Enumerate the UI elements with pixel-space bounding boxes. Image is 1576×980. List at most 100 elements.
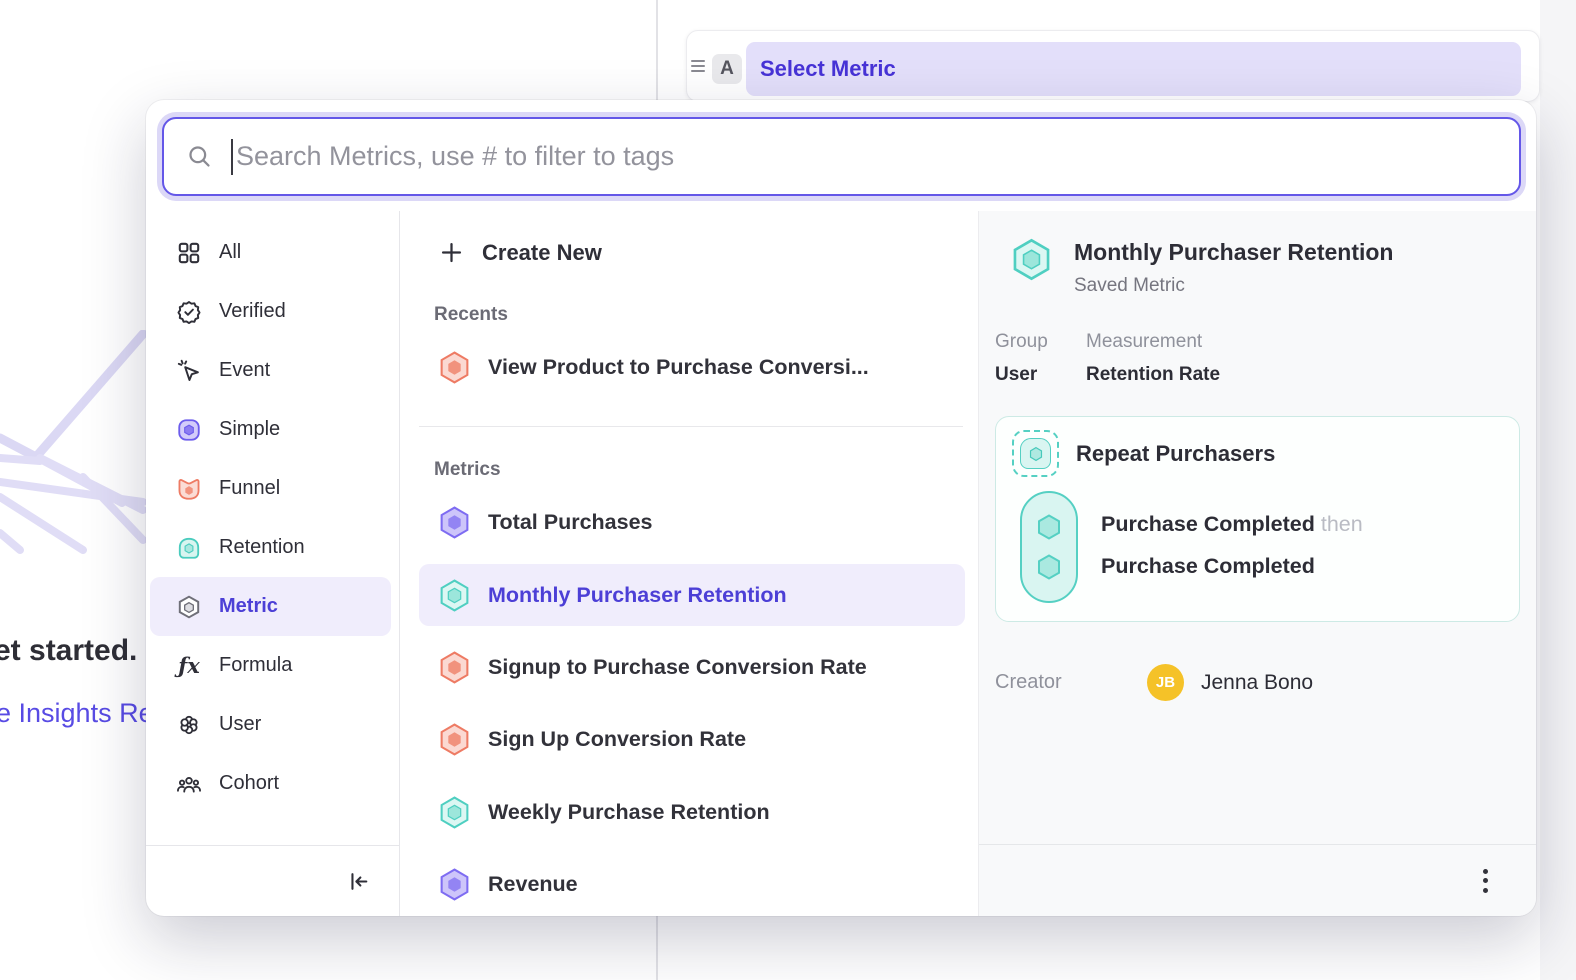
select-metric-field[interactable]: Select Metric [746, 42, 1521, 96]
decorative-chart-sketch [0, 330, 150, 590]
grid-icon [176, 240, 202, 266]
creator-label: Creator [995, 671, 1147, 694]
sidebar-item-simple[interactable]: Simple [150, 400, 391, 459]
sidebar-footer [146, 845, 399, 916]
sidebar-item-label: Simple [219, 418, 280, 441]
hexagon-salmon-icon [437, 650, 472, 685]
metric-detail-panel: Monthly Purchaser Retention Saved Metric… [978, 211, 1536, 916]
event-hexagon-icon [1034, 552, 1064, 582]
hexagon-purple-icon [437, 505, 472, 540]
definition-step-1: Purchase Completed then [1101, 512, 1363, 537]
group-label: Group [995, 331, 1086, 353]
metrics-section-label: Metrics [434, 459, 965, 481]
hexagon-salmon-icon [437, 722, 472, 757]
verified-badge-icon [176, 299, 202, 325]
sidebar-item-verified[interactable]: Verified [150, 282, 391, 341]
sidebar-item-label: Retention [219, 536, 305, 559]
text-cursor [231, 139, 233, 175]
recents-section-label: Recents [434, 304, 965, 326]
simple-metric-icon [176, 417, 202, 443]
metric-row-label: Sign Up Conversion Rate [488, 727, 746, 752]
create-new-button[interactable]: Create New [419, 233, 965, 272]
definition-card: Repeat Purchasers [995, 416, 1520, 622]
search-area [146, 100, 1536, 211]
metric-list-panel: Create New Recents View Product to Purch… [400, 211, 978, 916]
metric-row-label: Monthly Purchaser Retention [488, 583, 787, 608]
drag-handle-icon[interactable] [690, 58, 706, 74]
formula-fx-icon: ƒx [176, 653, 202, 678]
select-metric-label: Select Metric [760, 56, 896, 82]
funnel-metric-icon [176, 476, 202, 502]
metric-row-label: Weekly Purchase Retention [488, 800, 770, 825]
teal-hexagon-icon [1027, 445, 1045, 463]
series-a-badge: A [712, 54, 742, 84]
metric-slot-bar: A Select Metric [686, 30, 1540, 102]
detail-title: Monthly Purchaser Retention [1074, 239, 1393, 266]
detail-header: Monthly Purchaser Retention Saved Metric [1009, 237, 1520, 297]
event-hexagon-icon [1034, 512, 1064, 542]
hexagon-teal-icon [437, 795, 472, 830]
search-icon [186, 143, 213, 170]
creator-row: Creator JB Jenna Bono [995, 664, 1520, 701]
search-box[interactable] [162, 117, 1521, 196]
detail-meta: Group User Measurement Retention Rate [995, 331, 1520, 386]
measurement-label: Measurement [1086, 331, 1220, 353]
measurement-value: Retention Rate [1086, 364, 1220, 386]
recent-metric-row[interactable]: View Product to Purchase Conversi... [419, 336, 965, 398]
metric-row-revenue[interactable]: Revenue [419, 854, 965, 916]
plus-icon [438, 239, 465, 266]
user-cluster-icon [176, 712, 202, 738]
sidebar-item-label: All [219, 241, 241, 264]
metric-row-weekly-purchase-retention[interactable]: Weekly Purchase Retention [419, 781, 965, 843]
section-divider [419, 426, 963, 427]
background-edge [1540, 0, 1576, 980]
sidebar-item-retention[interactable]: Retention [150, 518, 391, 577]
creator-avatar: JB [1147, 664, 1184, 701]
hexagon-salmon-icon [437, 350, 472, 385]
background-insights-link-fragment[interactable]: e Insights Re [0, 698, 154, 729]
event-sequence-capsule [1020, 491, 1078, 603]
metric-row-label: Total Purchases [488, 510, 653, 535]
metric-row-total-purchases[interactable]: Total Purchases [419, 491, 965, 553]
sidebar-item-user[interactable]: User [150, 695, 391, 754]
metric-hexagon-icon [176, 594, 202, 620]
sidebar-item-event[interactable]: Event [150, 341, 391, 400]
metric-row-label: View Product to Purchase Conversi... [488, 355, 869, 380]
metric-row-label: Revenue [488, 872, 578, 897]
sidebar-item-label: Event [219, 359, 270, 382]
sidebar-item-cohort[interactable]: Cohort [150, 754, 391, 813]
detail-footer [979, 844, 1536, 916]
background-headline-fragment: et started. [0, 634, 137, 668]
search-input[interactable] [236, 141, 1497, 172]
definition-step-2: Purchase Completed [1101, 554, 1363, 579]
sidebar-item-funnel[interactable]: Funnel [150, 459, 391, 518]
sidebar-item-label: Funnel [219, 477, 280, 500]
sidebar-item-label: User [219, 713, 261, 736]
sidebar-item-metric[interactable]: Metric [150, 577, 391, 636]
sidebar-item-label: Cohort [219, 772, 279, 795]
metric-picker-modal: All Verified Event [146, 100, 1536, 916]
sidebar-item-all[interactable]: All [150, 223, 391, 282]
sidebar-item-formula[interactable]: ƒx Formula [150, 636, 391, 695]
event-cursor-icon [176, 358, 202, 384]
sidebar-item-label: Formula [219, 654, 292, 677]
creator-name: Jenna Bono [1201, 671, 1313, 695]
hexagon-purple-icon [437, 867, 472, 902]
retention-metric-icon [176, 535, 202, 561]
metric-row-sign-up-conversion-rate[interactable]: Sign Up Conversion Rate [419, 709, 965, 771]
saved-metric-teal-hexagon-icon [1009, 237, 1054, 282]
create-new-label: Create New [482, 240, 602, 266]
category-list: All Verified Event [146, 211, 399, 845]
sidebar-item-label: Verified [219, 300, 286, 323]
metric-row-signup-to-purchase-conversion-rate[interactable]: Signup to Purchase Conversion Rate [419, 636, 965, 698]
group-value: User [995, 364, 1086, 386]
definition-name: Repeat Purchasers [1076, 441, 1275, 467]
category-sidebar: All Verified Event [146, 211, 400, 916]
collapse-sidebar-icon[interactable] [346, 869, 371, 894]
metric-row-label: Signup to Purchase Conversion Rate [488, 655, 867, 680]
detail-type-label: Saved Metric [1074, 275, 1393, 297]
more-options-icon[interactable] [1477, 863, 1494, 899]
cohort-people-icon [176, 771, 202, 797]
cohort-definition-icon [1012, 430, 1059, 477]
metric-row-monthly-purchaser-retention[interactable]: Monthly Purchaser Retention [419, 564, 965, 626]
